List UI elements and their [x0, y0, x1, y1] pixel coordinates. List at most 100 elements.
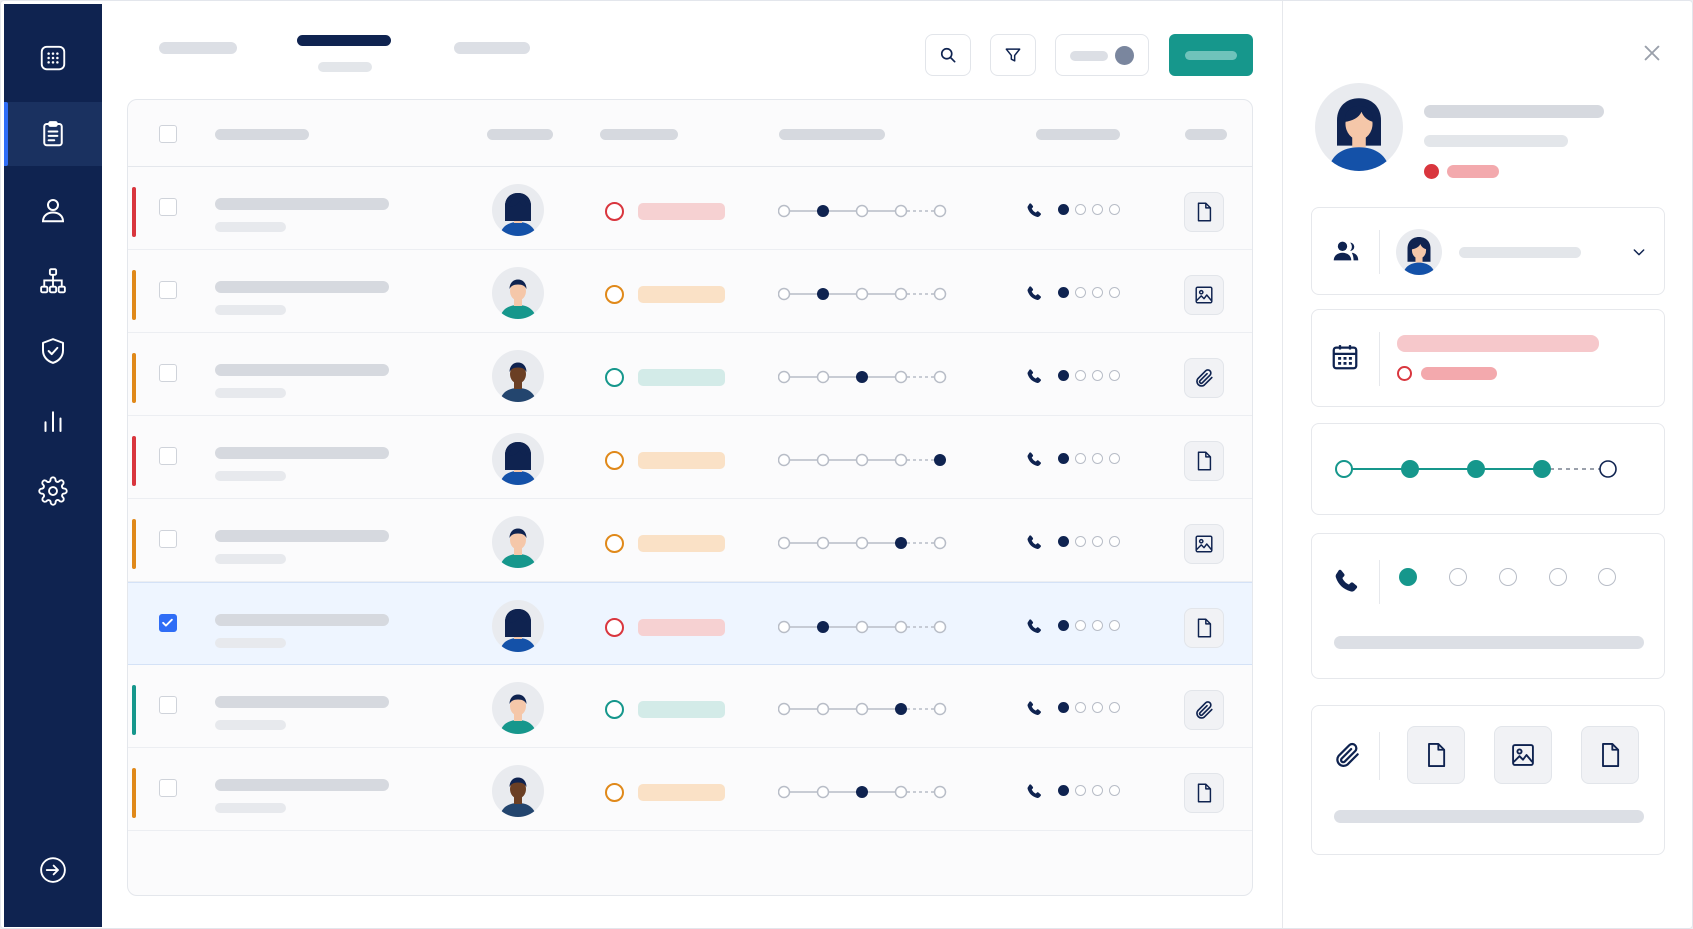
row-status-ring: [605, 202, 624, 221]
call-attempt-dots: [1058, 370, 1120, 381]
row-attachment-button[interactable]: [1184, 524, 1224, 564]
phone-icon: [1024, 367, 1044, 387]
assignee-avatar: [1396, 229, 1442, 275]
row-checkbox[interactable]: [159, 530, 177, 548]
attachment-document-1[interactable]: [1407, 726, 1465, 784]
row-priority-accent: [132, 685, 136, 735]
column-header-owner[interactable]: [487, 129, 553, 140]
sidebar-item-settings[interactable]: [4, 459, 102, 523]
logout-button[interactable]: [4, 838, 102, 902]
row-attachment-button[interactable]: [1184, 608, 1224, 648]
column-header-files[interactable]: [1185, 129, 1227, 140]
stage-node: [816, 453, 830, 467]
phone-icon: [1024, 533, 1044, 553]
row-checkbox[interactable]: [159, 198, 177, 216]
row-checkbox[interactable]: [159, 614, 177, 632]
row-subtitle: [215, 471, 286, 481]
row-stage-progress: [777, 531, 950, 560]
close-icon[interactable]: [1641, 42, 1663, 64]
row-avatar: [492, 765, 544, 817]
column-header-progress[interactable]: [779, 129, 885, 140]
stage-node: [777, 536, 791, 550]
assignee-card[interactable]: [1311, 207, 1665, 295]
table-row[interactable]: [128, 499, 1252, 582]
row-avatar: [492, 600, 544, 652]
user-group-icon: [1333, 241, 1359, 261]
call-attempt-dot: [1549, 568, 1567, 586]
sidebar-item-security[interactable]: [4, 319, 102, 383]
row-status-ring: [605, 700, 624, 719]
attachment-document-2[interactable]: [1581, 726, 1639, 784]
column-header-status[interactable]: [600, 129, 678, 140]
row-status-badge: [638, 286, 725, 303]
tab-first[interactable]: [159, 42, 237, 54]
female-avatar-icon: [1328, 98, 1390, 171]
table-row[interactable]: [128, 748, 1252, 831]
attachment-image[interactable]: [1494, 726, 1552, 784]
row-status-ring: [605, 368, 624, 387]
toggle-track: [1070, 51, 1108, 61]
phone-icon: [1024, 699, 1044, 719]
row-title[interactable]: [215, 614, 389, 626]
row-title[interactable]: [215, 447, 389, 459]
row-title[interactable]: [215, 779, 389, 791]
row-avatar: [492, 516, 544, 568]
view-toggle[interactable]: [1055, 34, 1149, 76]
row-attachment-button[interactable]: [1184, 773, 1224, 813]
stage-node-current: [934, 454, 946, 466]
row-status-badge: [638, 784, 725, 801]
stage-node-current: [856, 371, 868, 383]
stage-node: [855, 536, 869, 550]
row-attachment-button[interactable]: [1184, 275, 1224, 315]
stage-node: [894, 204, 908, 218]
row-avatar: [492, 682, 544, 734]
filter-icon: [1005, 48, 1021, 62]
row-title[interactable]: [215, 364, 389, 376]
contacts-table: [127, 99, 1253, 896]
filter-button[interactable]: [990, 34, 1036, 76]
stage-node-current: [895, 703, 907, 715]
sidebar-item-tasks[interactable]: [4, 102, 102, 166]
row-checkbox[interactable]: [159, 696, 177, 714]
row-attachment-button[interactable]: [1184, 192, 1224, 232]
row-title[interactable]: [215, 530, 389, 542]
row-attachment-button[interactable]: [1184, 441, 1224, 481]
call-attempt-dots: [1058, 620, 1120, 631]
due-date-card[interactable]: [1311, 309, 1665, 407]
table-row[interactable]: [128, 250, 1252, 333]
table-row[interactable]: [128, 665, 1252, 748]
row-checkbox[interactable]: [159, 447, 177, 465]
sidebar-item-organization[interactable]: [4, 249, 102, 313]
sidebar-item-dashboard[interactable]: [4, 26, 102, 90]
stage-node: [894, 785, 908, 799]
row-checkbox[interactable]: [159, 779, 177, 797]
select-all-checkbox[interactable]: [159, 125, 177, 143]
row-attachment-button[interactable]: [1184, 690, 1224, 730]
table-row[interactable]: [128, 333, 1252, 416]
chevron-down-icon[interactable]: [1631, 244, 1647, 260]
row-status-badge: [638, 701, 725, 718]
primary-action-button[interactable]: [1169, 34, 1253, 76]
table-row[interactable]: [128, 582, 1252, 665]
tab-active-subtitle: [318, 62, 372, 72]
row-title[interactable]: [215, 696, 389, 708]
column-header-calls[interactable]: [1036, 129, 1120, 140]
column-header-name[interactable]: [215, 129, 309, 140]
row-checkbox[interactable]: [159, 364, 177, 382]
row-title[interactable]: [215, 281, 389, 293]
sidebar-item-contacts[interactable]: [4, 178, 102, 242]
clipboard-icon: [43, 121, 63, 147]
stage-node: [855, 287, 869, 301]
sidebar-item-reports[interactable]: [4, 389, 102, 453]
row-title[interactable]: [215, 198, 389, 210]
row-attachment-button[interactable]: [1184, 358, 1224, 398]
tab-third[interactable]: [454, 42, 530, 54]
row-checkbox[interactable]: [159, 281, 177, 299]
row-subtitle: [215, 222, 286, 232]
tab-active[interactable]: [297, 35, 391, 46]
table-row[interactable]: [128, 416, 1252, 499]
search-button[interactable]: [925, 34, 971, 76]
row-subtitle: [215, 638, 286, 648]
stage-node: [777, 204, 791, 218]
table-row[interactable]: [128, 167, 1252, 250]
